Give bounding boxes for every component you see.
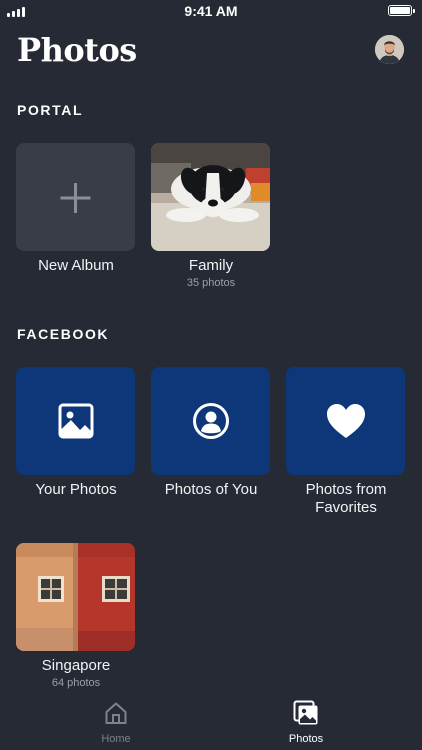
tab-home[interactable]: Home bbox=[76, 700, 156, 745]
image-icon bbox=[58, 403, 93, 439]
new-album-label: New Album bbox=[38, 257, 114, 274]
status-time: 9:41 AM bbox=[184, 3, 238, 19]
photos-from-favorites-label: Photos from Favorites bbox=[305, 481, 387, 516]
singapore-photo bbox=[16, 543, 135, 651]
person-icon bbox=[192, 403, 229, 439]
photos-of-you-label: Photos of You bbox=[164, 481, 258, 498]
tab-home-label: Home bbox=[101, 733, 131, 745]
photos-of-you-tile[interactable] bbox=[151, 367, 270, 475]
album-family-count: 35 photos bbox=[186, 277, 236, 289]
page-title: Photos bbox=[17, 31, 137, 69]
new-album-tile[interactable] bbox=[16, 143, 135, 251]
tab-photos[interactable]: Photos bbox=[266, 700, 346, 745]
family-photo bbox=[151, 143, 270, 251]
album-family-tile[interactable] bbox=[151, 143, 270, 251]
album-singapore-tile[interactable] bbox=[16, 543, 135, 651]
photos-from-favorites-tile[interactable] bbox=[286, 367, 405, 475]
your-photos-label: Your Photos bbox=[35, 481, 117, 498]
section-label-facebook: FACEBOOK bbox=[17, 326, 110, 342]
album-singapore-name: Singapore bbox=[41, 657, 111, 674]
heart-icon bbox=[326, 404, 365, 438]
battery-icon bbox=[388, 5, 415, 16]
album-singapore-count: 64 photos bbox=[51, 677, 101, 689]
tab-photos-label: Photos bbox=[288, 733, 324, 745]
your-photos-tile[interactable] bbox=[16, 367, 135, 475]
plus-icon bbox=[60, 183, 91, 213]
status-bar: 9:41 AM bbox=[0, 0, 422, 24]
avatar[interactable] bbox=[375, 35, 404, 64]
tab-bar: Home Photos bbox=[0, 695, 422, 750]
section-label-portal: PORTAL bbox=[17, 102, 84, 118]
album-family-name: Family bbox=[188, 257, 234, 274]
home-icon bbox=[105, 702, 127, 724]
photos-icon bbox=[293, 700, 318, 725]
